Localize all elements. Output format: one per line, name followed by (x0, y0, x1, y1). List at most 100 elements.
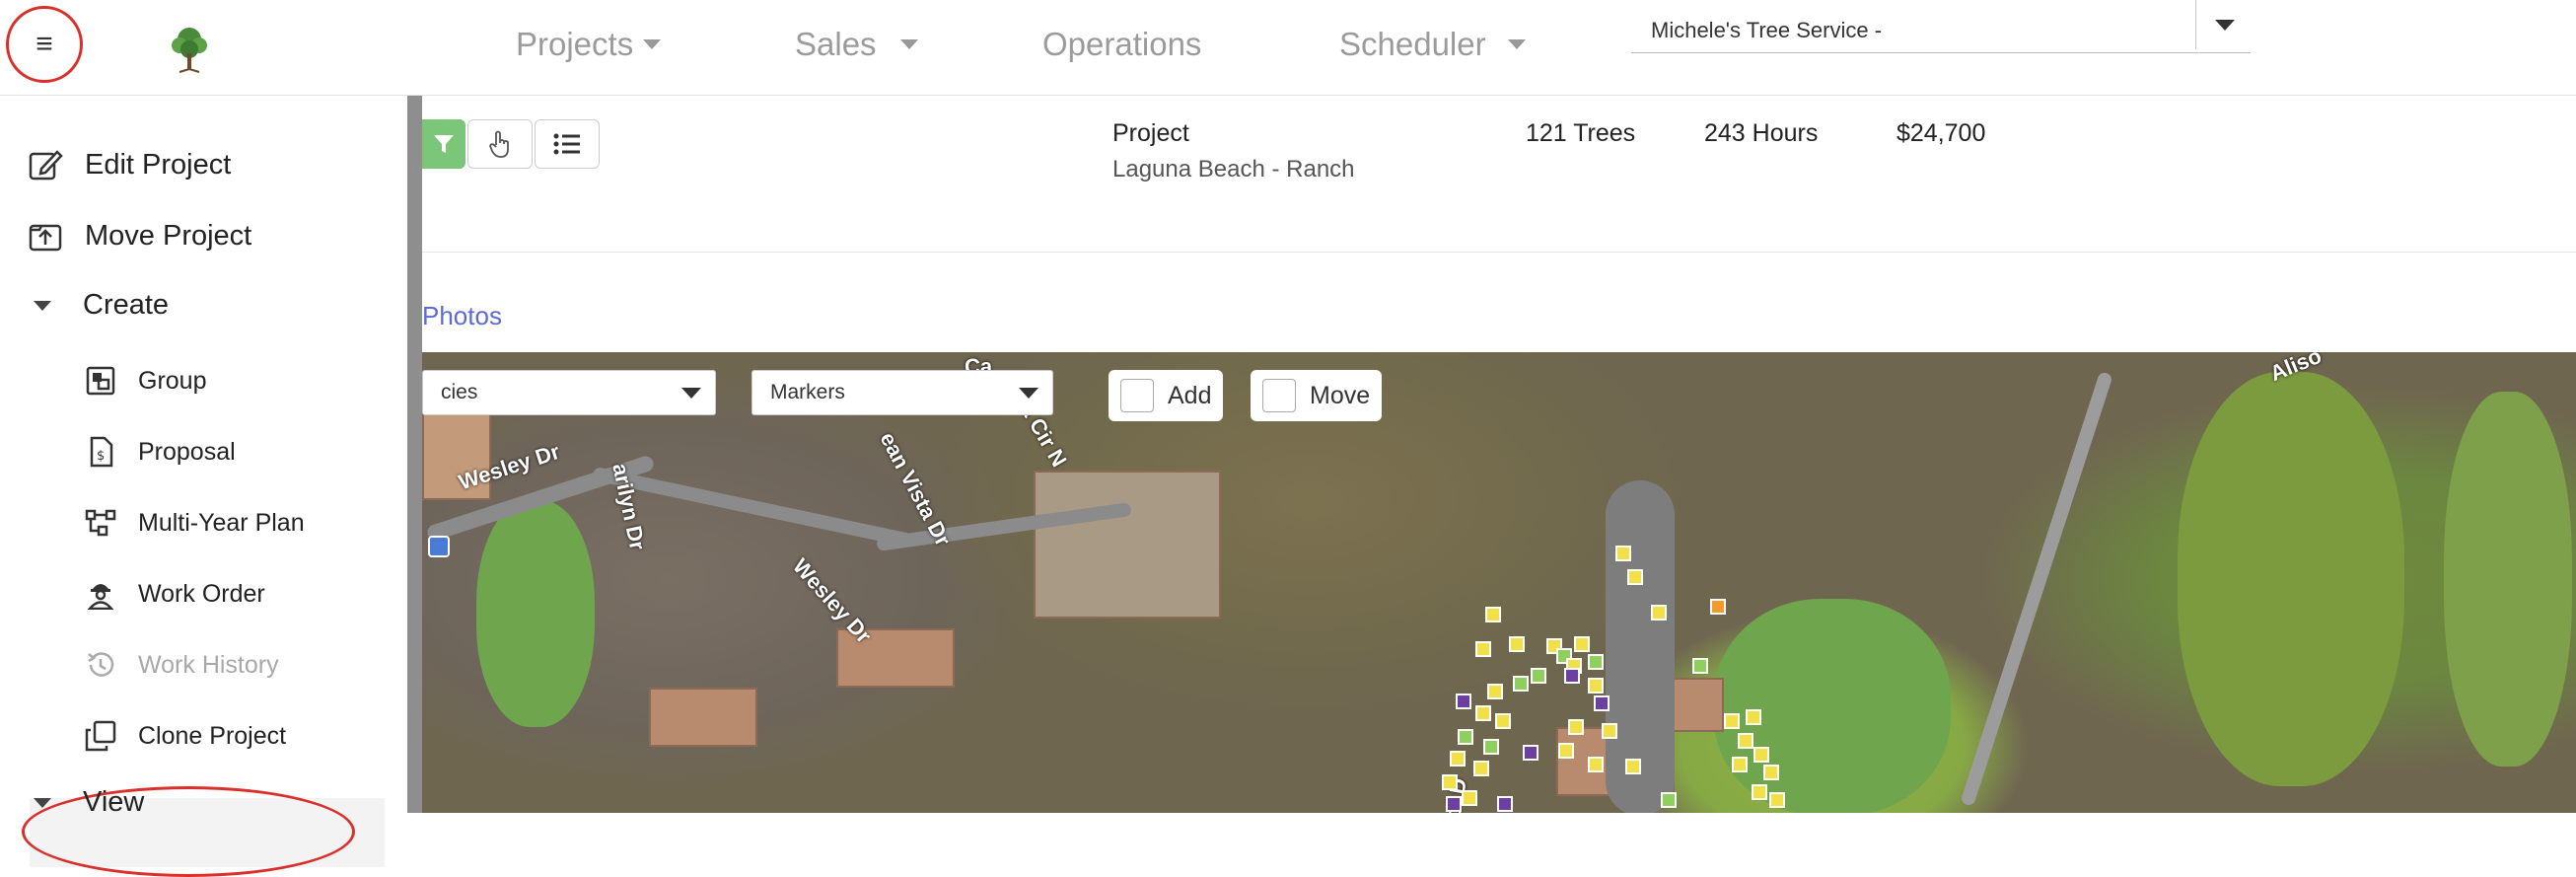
tree-marker[interactable] (1497, 796, 1513, 812)
tree-marker[interactable] (1483, 739, 1499, 755)
map-road (1960, 371, 2113, 807)
sidebar-item-clone-project[interactable]: Clone Project (85, 720, 286, 752)
sidebar-scrollbar[interactable] (407, 96, 422, 813)
edit-icon (29, 150, 63, 181)
tree-marker[interactable] (1746, 709, 1761, 725)
move-checkbox-label: Move (1310, 381, 1371, 409)
tree-marker[interactable] (1485, 607, 1501, 622)
pointer-button[interactable] (467, 119, 533, 169)
tree-marker[interactable] (1588, 654, 1604, 670)
add-checkbox-box[interactable] (1120, 379, 1154, 412)
map-golf-fairway (2178, 372, 2404, 786)
tree-marker[interactable] (1753, 747, 1769, 763)
tree-marker[interactable] (1627, 569, 1643, 585)
tree-marker[interactable] (1574, 636, 1590, 652)
proposal-document-icon: $ (90, 436, 113, 468)
tree-marker[interactable] (1602, 723, 1617, 739)
tree-marker[interactable] (1724, 713, 1740, 729)
company-select-toggle[interactable] (2195, 0, 2253, 49)
tree-marker[interactable] (1442, 774, 1458, 790)
tab-photos[interactable]: Photos (422, 301, 502, 331)
sidebar-item-label: Work Order (138, 579, 265, 608)
nav-sales[interactable]: Sales (795, 26, 918, 63)
tree-marker[interactable] (1531, 668, 1546, 684)
sidebar-item-label: Group (138, 366, 207, 395)
top-navigation-bar: ≡ Projects Sales Operations Scheduler Mi… (0, 0, 2576, 96)
tree-marker[interactable] (1594, 695, 1610, 711)
chevron-down-icon (681, 388, 701, 399)
species-filter-dropdown[interactable]: cies (422, 370, 716, 415)
sidebar-item-work-order[interactable]: Work Order (85, 578, 265, 610)
tree-marker[interactable] (1692, 658, 1708, 674)
sidebar-item-edit-project[interactable]: Edit Project (28, 147, 231, 183)
sidebar-item-work-history[interactable]: Work History (85, 649, 279, 681)
tree-marker[interactable] (1752, 784, 1767, 800)
map-golf-fairway-east (2444, 392, 2572, 767)
chevron-down-icon (899, 39, 918, 49)
tree-marker[interactable] (1710, 599, 1726, 615)
nav-scheduler[interactable]: Scheduler (1339, 26, 1526, 63)
header-divider (422, 252, 2576, 253)
street-label: Wesley Dr (788, 553, 877, 648)
tree-marker[interactable] (1523, 745, 1538, 761)
tree-marker[interactable] (1588, 678, 1604, 694)
history-icon (88, 652, 114, 677)
tree-marker[interactable] (1763, 765, 1779, 780)
tree-marker[interactable] (1456, 694, 1471, 709)
tree-marker[interactable] (1651, 605, 1667, 621)
tree-marker[interactable] (1495, 713, 1511, 729)
list-view-button[interactable] (535, 119, 600, 169)
sidebar-section-create[interactable]: Create (34, 289, 169, 322)
sidebar-item-multi-year-plan[interactable]: Multi-Year Plan (85, 507, 305, 539)
sidebar-item-proposal[interactable]: $ Proposal (85, 436, 236, 468)
tree-marker[interactable] (1769, 792, 1785, 808)
sidebar-section-view[interactable]: View (34, 786, 144, 819)
sidebar-item-move-project[interactable]: Move Project (28, 218, 251, 254)
nav-sales-label: Sales (795, 26, 877, 62)
markers-dropdown[interactable]: Markers (751, 370, 1053, 415)
tree-marker[interactable] (1473, 761, 1489, 776)
add-checkbox[interactable]: Add (1109, 370, 1224, 421)
tree-marker[interactable] (1615, 546, 1631, 561)
hours-count: 243 Hours (1704, 119, 1819, 147)
transit-icon[interactable] (428, 536, 450, 557)
project-content: Project Laguna Beach - Ranch 121 Trees 2… (422, 96, 2576, 813)
sidebar-item-group[interactable]: Group (85, 365, 206, 397)
nav-operations[interactable]: Operations (1042, 26, 1201, 63)
move-checkbox[interactable]: Move (1251, 370, 1383, 421)
hamburger-menu-button[interactable]: ≡ (6, 6, 83, 83)
move-upload-icon (29, 224, 62, 252)
tree-logo-icon[interactable] (166, 24, 213, 73)
tree-marker[interactable] (1732, 757, 1748, 772)
tree-count: 121 Trees (1526, 119, 1636, 147)
tree-marker[interactable] (1558, 743, 1574, 759)
tree-marker[interactable] (1513, 676, 1529, 692)
tree-marker[interactable] (1458, 729, 1473, 745)
project-label: Project (1112, 119, 1189, 147)
nav-operations-label: Operations (1042, 26, 1202, 62)
collapse-caret-icon (34, 797, 51, 808)
species-filter-value: cies (441, 381, 478, 403)
tree-marker[interactable] (1462, 790, 1477, 806)
tree-marker[interactable] (1568, 719, 1584, 735)
tree-marker[interactable] (1450, 751, 1466, 767)
tree-marker[interactable] (1475, 641, 1491, 657)
move-checkbox-box[interactable] (1262, 379, 1296, 412)
tree-marker[interactable] (1564, 668, 1580, 684)
chevron-down-icon (2214, 19, 2235, 31)
tree-marker[interactable] (1625, 759, 1641, 774)
nav-projects[interactable]: Projects (516, 26, 662, 63)
tree-marker[interactable] (1475, 705, 1491, 721)
nav-projects-label: Projects (516, 26, 634, 62)
satellite-map[interactable]: Wesley Dr Wesley Dr arilyn Dr ean Vista … (422, 352, 2576, 813)
tree-marker[interactable] (1661, 792, 1677, 808)
tree-marker[interactable] (1738, 733, 1753, 749)
company-select[interactable]: Michele's Tree Service - (1631, 10, 2251, 53)
tree-marker[interactable] (1588, 757, 1604, 772)
sidebar-item-label: Multi-Year Plan (138, 508, 305, 537)
tree-marker[interactable] (1509, 636, 1525, 652)
tree-marker[interactable] (1487, 684, 1503, 699)
tree-marker[interactable] (1446, 796, 1462, 812)
filter-button[interactable] (422, 119, 465, 169)
group-icon (86, 366, 115, 396)
